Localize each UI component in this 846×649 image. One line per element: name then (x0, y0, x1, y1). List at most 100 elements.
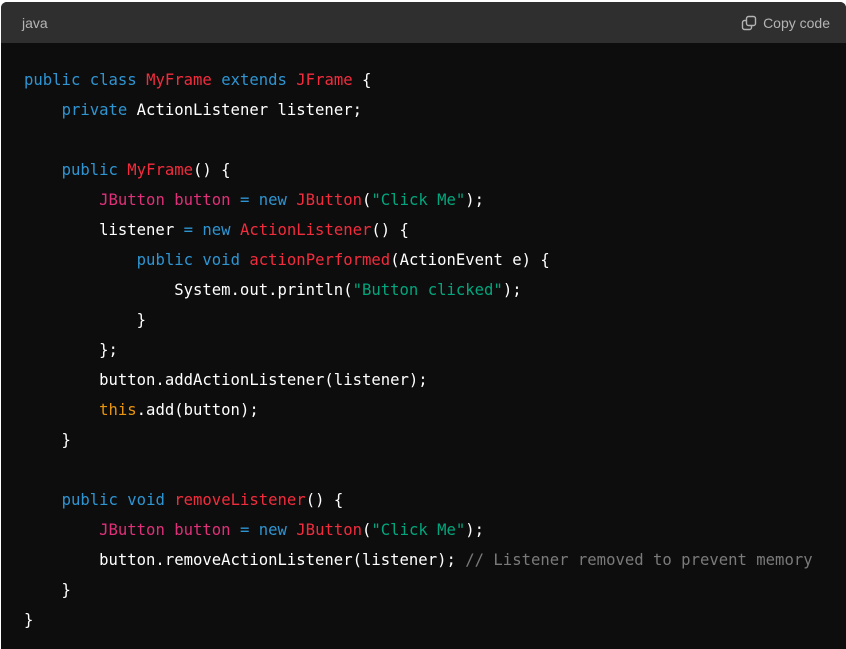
code-token: class (89, 71, 137, 89)
code-token: void (202, 251, 240, 269)
code-token: } (24, 611, 34, 629)
code-token: .add(button); (136, 401, 259, 419)
code-token: new (258, 521, 287, 539)
code-token: JButton (99, 191, 165, 209)
code-token: () { (305, 491, 344, 509)
code-token: button.removeActionListener(listener); (24, 551, 466, 569)
code-token: = (183, 221, 193, 239)
code-line: listener = new ActionListener() { (24, 215, 846, 245)
code-token: System.out.println( (24, 281, 353, 299)
code-token: "Click Me" (371, 521, 466, 539)
code-token: extends (221, 71, 287, 89)
code-token: button (174, 191, 231, 209)
language-label: java (22, 14, 48, 31)
copy-code-label: Copy code (763, 14, 830, 31)
code-token: () { (193, 161, 231, 179)
code-token: public (61, 161, 118, 179)
code-line: JButton button = new JButton("Click Me")… (24, 185, 846, 215)
code-line: } (24, 425, 846, 455)
code-line: public MyFrame() { (24, 155, 846, 185)
code-line: } (24, 605, 846, 635)
code-token: ); (465, 191, 485, 209)
code-token: void (127, 491, 165, 509)
code-token: // Listener removed to prevent memory (465, 551, 813, 569)
copy-code-button[interactable]: Copy code (741, 15, 830, 31)
code-line: this.add(button); (24, 395, 846, 425)
code-line: System.out.println("Button clicked"); (24, 275, 846, 305)
code-token: } (24, 431, 71, 449)
code-token: removeListener (174, 491, 306, 509)
code-line: button.addActionListener(listener); (24, 365, 846, 395)
code-line: } (24, 575, 846, 605)
code-token: new (258, 191, 287, 209)
code-token: { (352, 71, 372, 89)
copy-icon (741, 15, 757, 31)
code-block: java Copy code public class MyFrame exte… (1, 2, 846, 649)
code-token: ); (465, 521, 485, 539)
code-header: java Copy code (1, 2, 846, 43)
code-line: public class MyFrame extends JFrame { (24, 65, 846, 95)
code-body[interactable]: public class MyFrame extends JFrame { pr… (1, 43, 846, 635)
code-token: public (61, 491, 118, 509)
code-line: JButton button = new JButton("Click Me")… (24, 515, 846, 545)
code-token: JButton (99, 521, 165, 539)
code-token: JFrame (296, 71, 353, 89)
code-token: ActionListener (239, 221, 372, 239)
code-token: private (61, 101, 128, 119)
code-token: JButton (296, 191, 363, 209)
code-line: private ActionListener listener; (24, 95, 846, 125)
code-token: this (99, 401, 137, 419)
code-token: ActionListener listener; (127, 101, 362, 119)
code-token: button (174, 521, 231, 539)
code-token: = (239, 521, 250, 539)
code-token: actionPerformed (249, 251, 391, 269)
code-token: new (202, 221, 231, 239)
code-token: ); (502, 281, 522, 299)
code-token: () { (371, 221, 409, 239)
code-token: ( (362, 191, 372, 209)
code-token: listener (24, 221, 184, 239)
code-token: public (136, 251, 194, 269)
code-token: button.addActionListener(listener); (24, 371, 428, 389)
code-token: }; (24, 341, 118, 359)
code-token: ( (362, 521, 372, 539)
code-token: "Click Me" (371, 191, 466, 209)
code-line: public void removeListener() { (24, 485, 846, 515)
code-token: MyFrame (146, 71, 212, 89)
code-token: JButton (296, 521, 363, 539)
code-line: } (24, 305, 846, 335)
code-token: } (24, 311, 147, 329)
code-token: (ActionEvent e) { (390, 251, 550, 269)
code-token: = (239, 191, 250, 209)
code-token: "Button clicked" (352, 281, 503, 299)
code-line: button.removeActionListener(listener); /… (24, 545, 846, 575)
code-token: public (24, 71, 81, 89)
